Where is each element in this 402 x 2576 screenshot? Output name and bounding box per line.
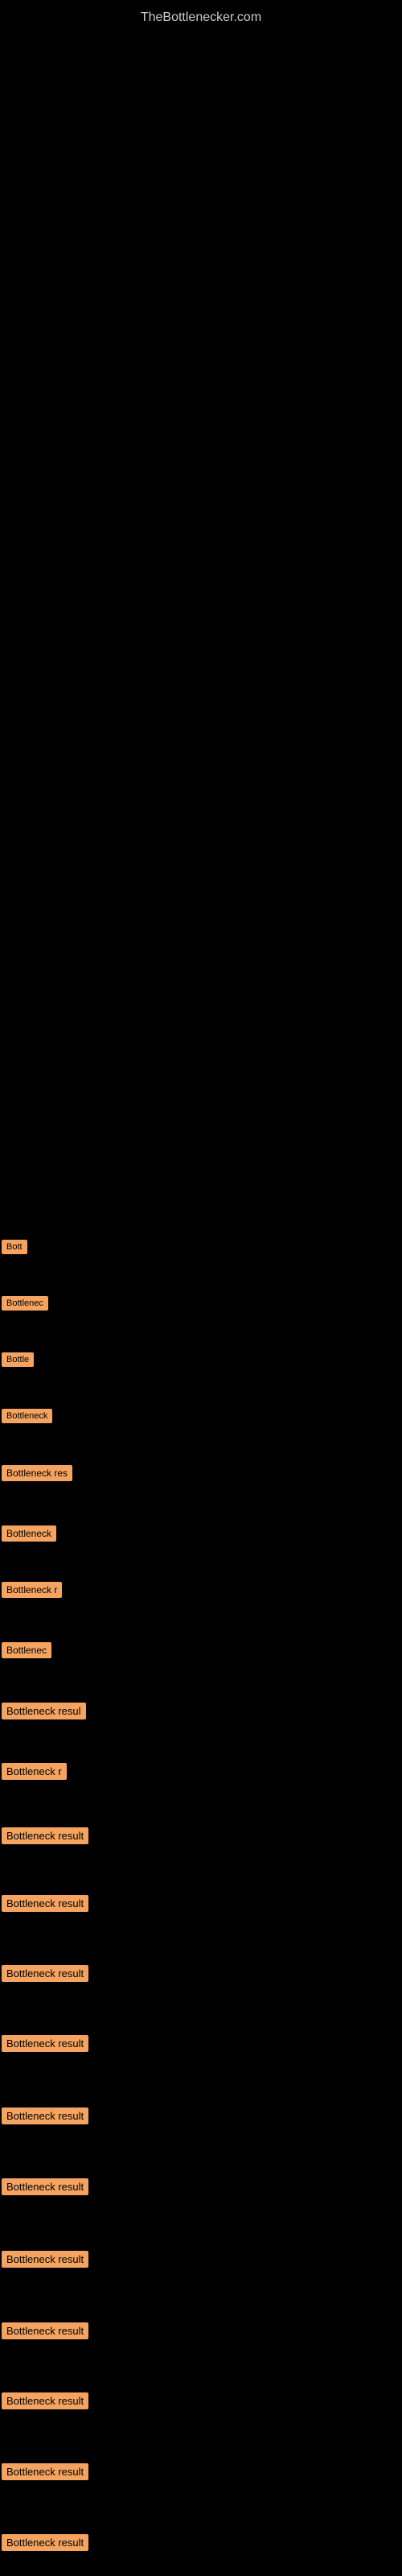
bottleneck-label-container-13: Bottleneck result bbox=[2, 1965, 88, 1986]
bottleneck-label-11[interactable]: Bottleneck result bbox=[2, 1827, 88, 1844]
bottleneck-label-4[interactable]: Bottleneck bbox=[2, 1409, 52, 1423]
bottleneck-label-20[interactable]: Bottleneck result bbox=[2, 2463, 88, 2480]
bottleneck-label-6[interactable]: Bottleneck bbox=[2, 1525, 56, 1542]
bottleneck-label-container-19: Bottleneck result bbox=[2, 2392, 88, 2413]
bottleneck-label-5[interactable]: Bottleneck res bbox=[2, 1465, 72, 1481]
bottleneck-label-container-15: Bottleneck result bbox=[2, 2107, 88, 2128]
bottleneck-label-15[interactable]: Bottleneck result bbox=[2, 2107, 88, 2124]
bottleneck-label-container-9: Bottleneck resul bbox=[2, 1703, 86, 1724]
bottleneck-label-10[interactable]: Bottleneck r bbox=[2, 1763, 67, 1780]
bottleneck-label-container-4: Bottleneck bbox=[2, 1409, 52, 1427]
bottleneck-label-container-17: Bottleneck result bbox=[2, 2251, 88, 2272]
bottleneck-label-container-12: Bottleneck result bbox=[2, 1895, 88, 1916]
bottleneck-label-container-8: Bottlenec bbox=[2, 1642, 51, 1662]
bottleneck-label-container-21: Bottleneck result bbox=[2, 2534, 88, 2555]
bottleneck-label-19[interactable]: Bottleneck result bbox=[2, 2392, 88, 2409]
bottleneck-label-18[interactable]: Bottleneck result bbox=[2, 2322, 88, 2339]
bottleneck-label-container-6: Bottleneck bbox=[2, 1525, 56, 1546]
bottleneck-label-17[interactable]: Bottleneck result bbox=[2, 2251, 88, 2268]
bottleneck-label-container-1: Bott bbox=[2, 1240, 27, 1258]
bottleneck-label-21[interactable]: Bottleneck result bbox=[2, 2534, 88, 2551]
bottleneck-label-container-18: Bottleneck result bbox=[2, 2322, 88, 2343]
bottleneck-label-container-7: Bottleneck r bbox=[2, 1582, 62, 1602]
bottleneck-label-12[interactable]: Bottleneck result bbox=[2, 1895, 88, 1912]
bottleneck-label-container-20: Bottleneck result bbox=[2, 2463, 88, 2484]
bottleneck-label-container-3: Bottle bbox=[2, 1352, 34, 1371]
site-title: TheBottlenecker.com bbox=[0, 4, 402, 31]
bottleneck-label-1[interactable]: Bott bbox=[2, 1240, 27, 1254]
bottleneck-label-container-16: Bottleneck result bbox=[2, 2178, 88, 2199]
bottleneck-label-2[interactable]: Bottlenec bbox=[2, 1296, 48, 1311]
bottleneck-label-container-2: Bottlenec bbox=[2, 1296, 48, 1315]
bottleneck-label-9[interactable]: Bottleneck resul bbox=[2, 1703, 86, 1719]
bottleneck-label-16[interactable]: Bottleneck result bbox=[2, 2178, 88, 2195]
bottleneck-label-14[interactable]: Bottleneck result bbox=[2, 2035, 88, 2052]
bottleneck-label-8[interactable]: Bottlenec bbox=[2, 1642, 51, 1658]
bottleneck-label-container-11: Bottleneck result bbox=[2, 1827, 88, 1848]
bottleneck-label-3[interactable]: Bottle bbox=[2, 1352, 34, 1367]
bottleneck-label-container-14: Bottleneck result bbox=[2, 2035, 88, 2056]
bottleneck-label-13[interactable]: Bottleneck result bbox=[2, 1965, 88, 1982]
bottleneck-label-7[interactable]: Bottleneck r bbox=[2, 1582, 62, 1598]
bottleneck-label-container-5: Bottleneck res bbox=[2, 1465, 72, 1485]
bottleneck-label-container-10: Bottleneck r bbox=[2, 1763, 67, 1784]
